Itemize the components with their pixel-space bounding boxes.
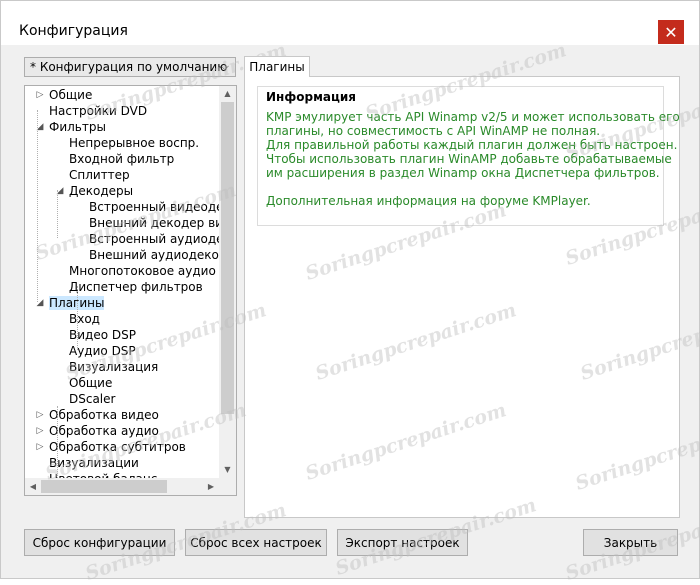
scroll-down-icon[interactable]: ▼: [219, 462, 236, 478]
tree-item-label: Настройки DVD: [49, 104, 148, 118]
tree-item[interactable]: Цветовой баланс: [49, 471, 157, 478]
info-footer: Дополнительная информация на форуме KMPl…: [266, 194, 591, 208]
tree-item-label: DScaler: [69, 392, 116, 406]
tree-item-label: Внешний декодер видео: [89, 216, 219, 230]
tree-item[interactable]: Сплиттер: [69, 167, 130, 183]
expand-arrow-icon[interactable]: ▷: [35, 87, 45, 103]
tree-item[interactable]: Внешний декодер видео: [89, 215, 219, 231]
tree-item[interactable]: Видео DSP: [69, 327, 136, 343]
expand-arrow-icon[interactable]: ▷: [35, 407, 45, 423]
info-line: Чтобы использовать плагин WinAMP добавьт…: [266, 152, 672, 166]
plugins-panel: Информация KMP эмулирует часть API Winam…: [244, 76, 680, 518]
tree-item[interactable]: Непрерывное воспр.: [69, 135, 199, 151]
expand-arrow-icon[interactable]: ▷: [35, 423, 45, 439]
chevron-down-icon: ⌵: [220, 60, 229, 73]
tree-item-label: Фильтры: [49, 120, 106, 134]
close-icon: ✕: [664, 22, 678, 42]
tree-item[interactable]: Обработка аудио: [49, 423, 159, 439]
window-title: Конфигурация: [19, 23, 128, 39]
tree-item[interactable]: Диспетчер фильтров: [69, 279, 203, 295]
info-title: Информация: [266, 90, 356, 104]
tree-item[interactable]: DScaler: [69, 391, 115, 407]
close-window-button[interactable]: ✕: [658, 20, 684, 44]
tree-item[interactable]: Встроенный видеодекодер: [89, 199, 219, 215]
tree-item-label: Встроенный видеодекодер: [89, 200, 219, 214]
info-line: плагины, но совместимость с API WinAMP н…: [266, 124, 601, 138]
info-text: KMP эмулирует часть API Winamp v2/5 и мо…: [266, 110, 680, 208]
tree-item[interactable]: Внешний аудиодекодер: [89, 247, 219, 263]
config-profile-select[interactable]: * Конфигурация по умолчанию ⌵: [24, 57, 236, 77]
tree-item-label: Декодеры: [69, 184, 134, 198]
tree-item-label: Визуализация: [69, 360, 159, 374]
tree-item[interactable]: Декодеры: [69, 183, 133, 199]
tree-item-label: Обработка субтитров: [49, 440, 186, 454]
tree-vertical-scrollbar[interactable]: ▲ ▼: [219, 86, 236, 478]
tree-item[interactable]: Вход: [69, 311, 100, 327]
tree-guide-line: [57, 190, 58, 238]
scroll-right-icon[interactable]: ▶: [203, 478, 219, 495]
tree-item[interactable]: Общие: [69, 375, 112, 391]
config-window: Конфигурация ✕ * Конфигурация по умолчан…: [0, 0, 700, 585]
tree-hscroll-thumb[interactable]: [41, 480, 167, 493]
tree-item-label: Многопотоковое аудио: [69, 264, 216, 278]
close-button[interactable]: Закрыть: [583, 529, 678, 556]
tree-guide-line: [37, 110, 38, 302]
tree-guide-line: [77, 286, 78, 350]
tree-item[interactable]: Фильтры: [49, 119, 106, 135]
expand-arrow-icon[interactable]: ▷: [35, 439, 45, 455]
tree-vscroll-thumb[interactable]: [221, 102, 234, 414]
export-settings-button[interactable]: Экспорт настроек: [337, 529, 468, 556]
reset-all-button[interactable]: Сброс всех настроек: [185, 529, 327, 556]
tab-plugins[interactable]: Плагины: [244, 56, 310, 77]
client-area: * Конфигурация по умолчанию ⌵ ▷ Общие Наст…: [1, 45, 699, 578]
tree-item[interactable]: Обработка субтитров: [49, 439, 186, 455]
info-line: им расширения в раздел Winamp окна Диспе…: [266, 166, 660, 180]
tree-item[interactable]: Визуализация: [69, 359, 158, 375]
scroll-left-icon[interactable]: ◀: [25, 478, 41, 495]
config-profile-value: * Конфигурация по умолчанию: [30, 60, 228, 74]
tree-item-label: Встроенный аудиодекодер: [89, 232, 219, 246]
tree-item-label: Визуализации: [49, 456, 139, 470]
settings-tree[interactable]: ▷ Общие Настройки DVD ◢ Фильтры Непрерывное в…: [24, 85, 237, 496]
tree-item-label: Вход: [69, 312, 100, 326]
tree-item-label: Непрерывное воспр.: [69, 136, 200, 150]
tree-viewport: ▷ Общие Настройки DVD ◢ Фильтры Непрерывное в…: [25, 86, 219, 478]
tree-item-label: Общие: [49, 88, 93, 102]
info-line: KMP эмулирует часть API Winamp v2/5 и мо…: [266, 110, 680, 124]
tree-item-label: Видео DSP: [69, 328, 136, 342]
tree-item[interactable]: Входной фильтр: [69, 151, 174, 167]
scrollbar-corner: [219, 478, 236, 495]
scroll-up-icon[interactable]: ▲: [219, 86, 236, 102]
tree-item-label: Сплиттер: [69, 168, 130, 182]
tree-guide-line: [57, 406, 58, 478]
tree-item-label: Диспетчер фильтров: [69, 280, 203, 294]
tree-item[interactable]: Встроенный аудиодекодер: [89, 231, 219, 247]
tree-item[interactable]: Визуализации: [49, 455, 139, 471]
tree-item[interactable]: Настройки DVD: [49, 103, 147, 119]
tree-item[interactable]: Общие: [49, 87, 92, 103]
reset-config-button[interactable]: Сброс конфигурации: [24, 529, 175, 556]
tree-item-label: Обработка видео: [49, 408, 159, 422]
tree-item-label: Аудио DSP: [69, 344, 136, 358]
title-bar[interactable]: Конфигурация ✕: [1, 1, 699, 45]
tree-item[interactable]: Обработка видео: [49, 407, 159, 423]
tree-item-label: Общие: [69, 376, 113, 390]
tree-item-label: Входной фильтр: [69, 152, 175, 166]
tree-item[interactable]: Аудио DSP: [69, 343, 136, 359]
info-line: Для правильной работы каждый плагин долж…: [266, 138, 678, 152]
tree-item-label: Внешний аудиодекодер: [89, 248, 219, 262]
tree-item[interactable]: Многопотоковое аудио: [69, 263, 216, 279]
info-group-box: Информация KMP эмулирует часть API Winam…: [257, 86, 680, 226]
tree-horizontal-scrollbar[interactable]: ◀ ▶: [25, 478, 219, 495]
tree-item-label: Обработка аудио: [49, 424, 159, 438]
